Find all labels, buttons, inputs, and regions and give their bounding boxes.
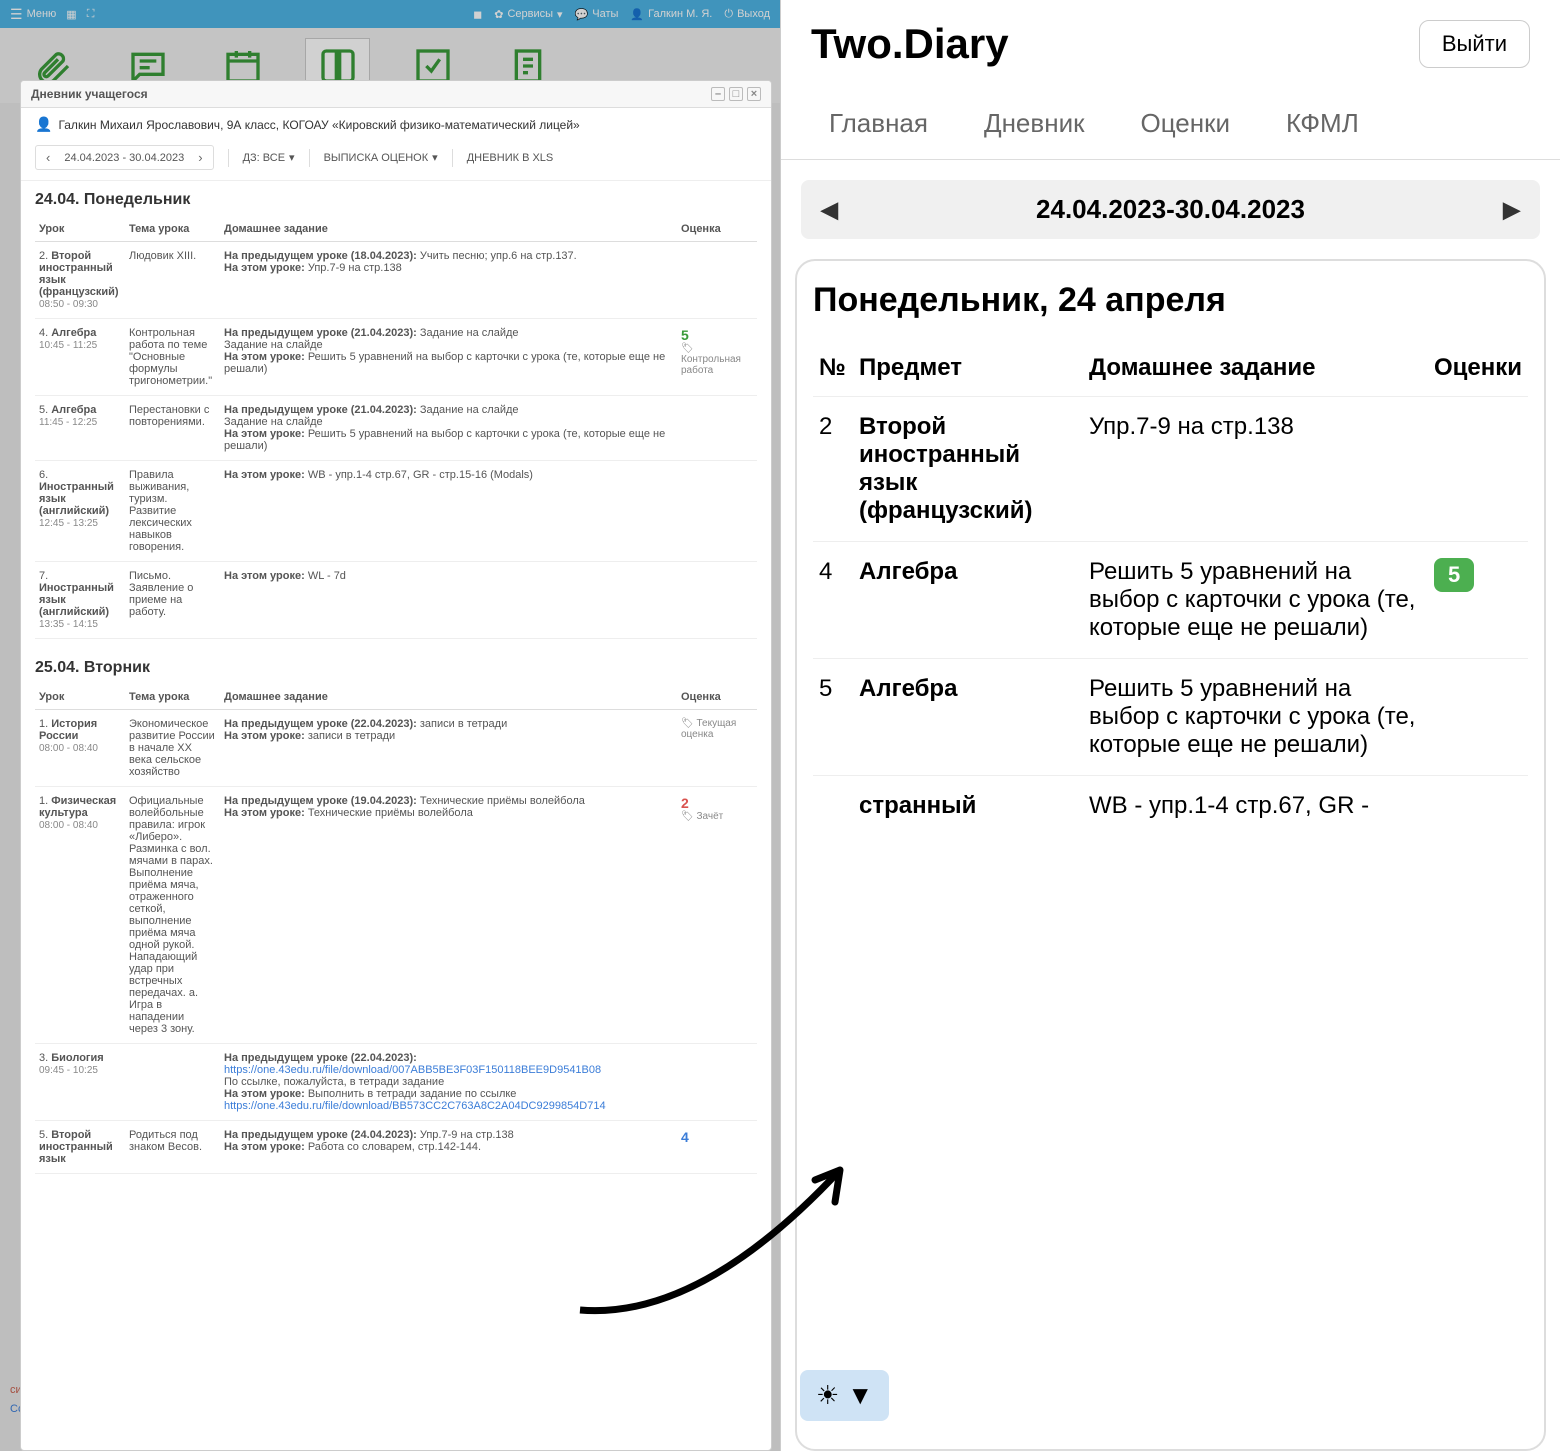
schedule-row: 5 Алгебра Решить 5 уравнений на выбор с … (813, 659, 1528, 776)
minimize-icon[interactable]: – (711, 87, 725, 101)
theme-toggle[interactable]: ☀ ▼ (800, 1370, 889, 1421)
hw-link[interactable]: https://one.43edu.ru/file/download/BB573… (224, 1100, 673, 1112)
app-title: Two.Diary (811, 20, 1009, 68)
lesson-row: 5. Алгебра11:45 - 12:25Перестановки с по… (35, 396, 757, 461)
top-bar: ☰Меню ▦ ⛶ ◼ ✿ Сервисы ▾ 💬 Чаты 👤 Галкин … (0, 0, 780, 28)
next-week-button[interactable]: › (198, 150, 202, 165)
day-header: Понедельник, 24 апреля (813, 281, 1528, 320)
menu-button[interactable]: ☰Меню (10, 6, 56, 23)
export-grades-button[interactable]: ВЫПИСКА ОЦЕНОК ▾ (324, 151, 438, 164)
dialog-title: Дневник учащегося (31, 87, 148, 101)
date-range[interactable]: 24.04.2023 - 30.04.2023 (64, 152, 184, 164)
date-range: 24.04.2023-30.04.2023 (1036, 194, 1305, 225)
prev-week-button[interactable]: ‹ (46, 150, 50, 165)
diary-dialog: Дневник учащегося – □ × 👤 Галкин Михаил … (20, 80, 772, 1451)
services-button[interactable]: ✿ Сервисы ▾ (494, 8, 562, 21)
chats-button[interactable]: 💬 Чаты (575, 8, 619, 21)
schedule-row: странный WB - упр.1-4 стр.67, GR - (813, 776, 1528, 837)
export-xls-button[interactable]: ДНЕВНИК В XLS (467, 152, 554, 164)
prev-week-button[interactable]: ◀ (821, 197, 838, 223)
close-icon[interactable]: × (747, 87, 761, 101)
expand-icon[interactable]: ⛶ (87, 8, 95, 21)
grade-value: 5 (681, 327, 753, 343)
tab-diary[interactable]: Дневник (956, 88, 1113, 159)
hw-filter-button[interactable]: ДЗ: ВСЕ ▾ (243, 151, 295, 164)
tab-main[interactable]: Главная (801, 88, 956, 159)
lesson-row: 4. Алгебра10:45 - 11:25Контрольная работ… (35, 319, 757, 396)
col-number: № (813, 340, 853, 397)
logout-button[interactable]: ⏻ Выход (724, 8, 770, 21)
lesson-row: 7. Иностранный язык (английский)13:35 - … (35, 562, 757, 639)
student-info: Галкин Михаил Ярославович, 9А класс, КОГ… (58, 118, 579, 132)
lesson-row: 6. Иностранный язык (английский)12:45 - … (35, 461, 757, 562)
schedule-row: 4 Алгебра Решить 5 уравнений на выбор с … (813, 542, 1528, 659)
day-title: 24.04. Понедельник (35, 191, 757, 209)
day-title: 25.04. Вторник (35, 659, 757, 677)
app-tabs: Главная Дневник Оценки КФМЛ (781, 88, 1560, 160)
grade-type: 🏷 Текущая оценка (681, 718, 753, 740)
hw-link[interactable]: https://one.43edu.ru/file/download/007AB… (224, 1064, 673, 1076)
two-diary-panel: Two.Diary Выйти Главная Дневник Оценки К… (780, 0, 1560, 1451)
grid-icon[interactable]: ▦ (66, 8, 76, 21)
lesson-row: 1. История России08:00 - 08:40Экономичес… (35, 710, 757, 787)
col-subject: Предмет (853, 340, 1083, 397)
lesson-row: 1. Физическая культура08:00 - 08:40Офици… (35, 787, 757, 1044)
chevron-down-icon: ▼ (847, 1380, 873, 1411)
logout-button[interactable]: Выйти (1419, 20, 1530, 68)
legacy-diary-panel: ☰Меню ▦ ⛶ ◼ ✿ Сервисы ▾ 💬 Чаты 👤 Галкин … (0, 0, 780, 1451)
grade-type: 🏷 Контрольная работа (681, 343, 753, 376)
lesson-row: 5. Второй иностранный языкРодиться под з… (35, 1121, 757, 1174)
maximize-icon[interactable]: □ (729, 87, 743, 101)
sun-icon: ☀ (816, 1380, 839, 1411)
date-navigator: ‹ 24.04.2023 - 30.04.2023 › (35, 145, 214, 170)
tab-school[interactable]: КФМЛ (1258, 88, 1387, 159)
next-week-button[interactable]: ▶ (1503, 197, 1520, 223)
col-grades: Оценки (1428, 340, 1528, 397)
grade-type: 🏷 Зачёт (681, 811, 753, 822)
col-homework: Домашнее задание (1083, 340, 1428, 397)
user-icon: 👤 (35, 116, 52, 133)
grade-badge: 5 (1434, 558, 1474, 592)
grade-value: 2 (681, 795, 753, 811)
lesson-row: 2. Второй иностранный язык (французский)… (35, 242, 757, 319)
lesson-row: 3. Биология09:45 - 10:25На предыдущем ур… (35, 1044, 757, 1121)
grade-value: 4 (681, 1129, 753, 1145)
tab-grades[interactable]: Оценки (1112, 88, 1258, 159)
user-menu[interactable]: 👤 Галкин М. Я. (630, 8, 712, 21)
schedule-row: 2 Второй иностранный язык (французский) … (813, 397, 1528, 542)
bookmark-icon[interactable]: ◼ (473, 8, 482, 21)
